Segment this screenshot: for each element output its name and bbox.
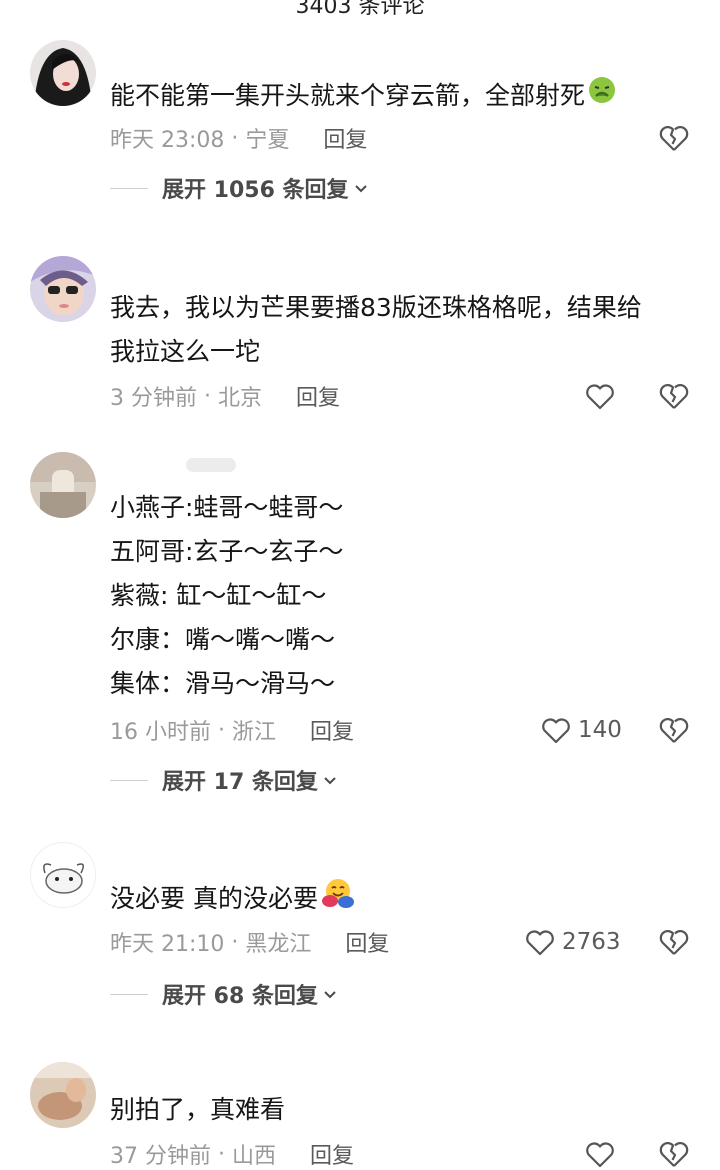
broken-heart-icon: [659, 930, 689, 955]
comment-text: 能不能第一集开头就来个穿云箭，全部射死: [110, 74, 690, 119]
comment-time: 16 小时前: [110, 720, 211, 745]
like-button[interactable]: [584, 1138, 622, 1170]
heart-outline-icon: [542, 718, 570, 744]
comment-meta: 3 分钟前 · 北京 回复: [110, 380, 340, 412]
heart-outline-icon: [526, 930, 554, 956]
avatar[interactable]: [30, 40, 96, 106]
reply-button[interactable]: 回复: [345, 926, 389, 958]
reply-button[interactable]: 回复: [296, 380, 340, 412]
comment-location: 浙江: [231, 720, 276, 745]
comment-meta: 16 小时前 · 浙江 回复: [110, 714, 354, 746]
like-count: 140: [578, 717, 622, 743]
broken-heart-icon: [659, 1142, 689, 1167]
comment-text: 别拍了，真难看: [110, 1095, 286, 1124]
comment-meta: 昨天 23:08 · 宁夏 回复: [110, 122, 367, 154]
avatar[interactable]: [30, 1062, 96, 1128]
dislike-button[interactable]: [658, 380, 690, 416]
like-button[interactable]: 2763: [524, 926, 621, 958]
heart-outline-icon: [586, 384, 614, 410]
comment-time: 昨天 23:08: [110, 128, 225, 153]
heart-outline-icon: [586, 1142, 614, 1168]
reply-button[interactable]: 回复: [310, 1138, 354, 1170]
comment-location: 黑龙江: [245, 932, 312, 957]
comment-time: 昨天 21:10: [110, 932, 225, 957]
broken-heart-icon: [659, 126, 689, 151]
username-placeholder: [186, 458, 236, 472]
broken-heart-icon: [659, 384, 689, 409]
nauseated-face-icon: [587, 75, 617, 119]
comment-location: 山西: [231, 1144, 276, 1169]
avatar[interactable]: [30, 452, 96, 518]
expand-replies-button[interactable]: 展开 1056 条回复: [110, 172, 369, 204]
broken-heart-icon: [659, 718, 689, 743]
comment-text: 没必要 真的没必要: [110, 876, 690, 924]
dislike-button[interactable]: [658, 1138, 690, 1170]
comment-time: 37 分钟前: [110, 1144, 211, 1169]
like-button[interactable]: 140: [540, 714, 622, 746]
chevron-down-icon: [354, 185, 367, 193]
chevron-down-icon: [324, 991, 336, 999]
reply-button[interactable]: 回复: [310, 714, 354, 746]
dislike-button[interactable]: [658, 714, 690, 750]
comment-meta: 昨天 21:10 · 黑龙江 回复: [110, 926, 389, 958]
comment-meta: 37 分钟前 · 山西 回复: [110, 1138, 354, 1170]
dislike-button[interactable]: [658, 926, 690, 962]
comment-text: 我去，我以为芒果要播83版还珠格格呢，结果给 我拉这么一坨: [110, 293, 642, 366]
comment-location: 宁夏: [245, 128, 290, 153]
chevron-down-icon: [324, 777, 336, 785]
like-button[interactable]: [584, 380, 622, 412]
comment-text: 小燕子:蛙哥～蛙哥～ 五阿哥:玄子～玄子～ 紫薇: 缸～缸～缸～ 尔康：嘴～嘴～…: [110, 493, 344, 698]
expand-replies-button[interactable]: 展开 68 条回复: [110, 978, 338, 1010]
comments-count-title: 3403 条评论: [295, 0, 425, 19]
dislike-button[interactable]: [658, 122, 690, 158]
comment-location: 北京: [217, 386, 262, 411]
reply-button[interactable]: 回复: [323, 122, 367, 154]
hugging-face-icon: [320, 876, 354, 924]
avatar[interactable]: [30, 842, 96, 908]
comment-time: 3 分钟前: [110, 386, 197, 411]
expand-replies-button[interactable]: 展开 17 条回复: [110, 764, 338, 796]
avatar[interactable]: [30, 256, 96, 322]
like-count: 2763: [562, 929, 621, 955]
